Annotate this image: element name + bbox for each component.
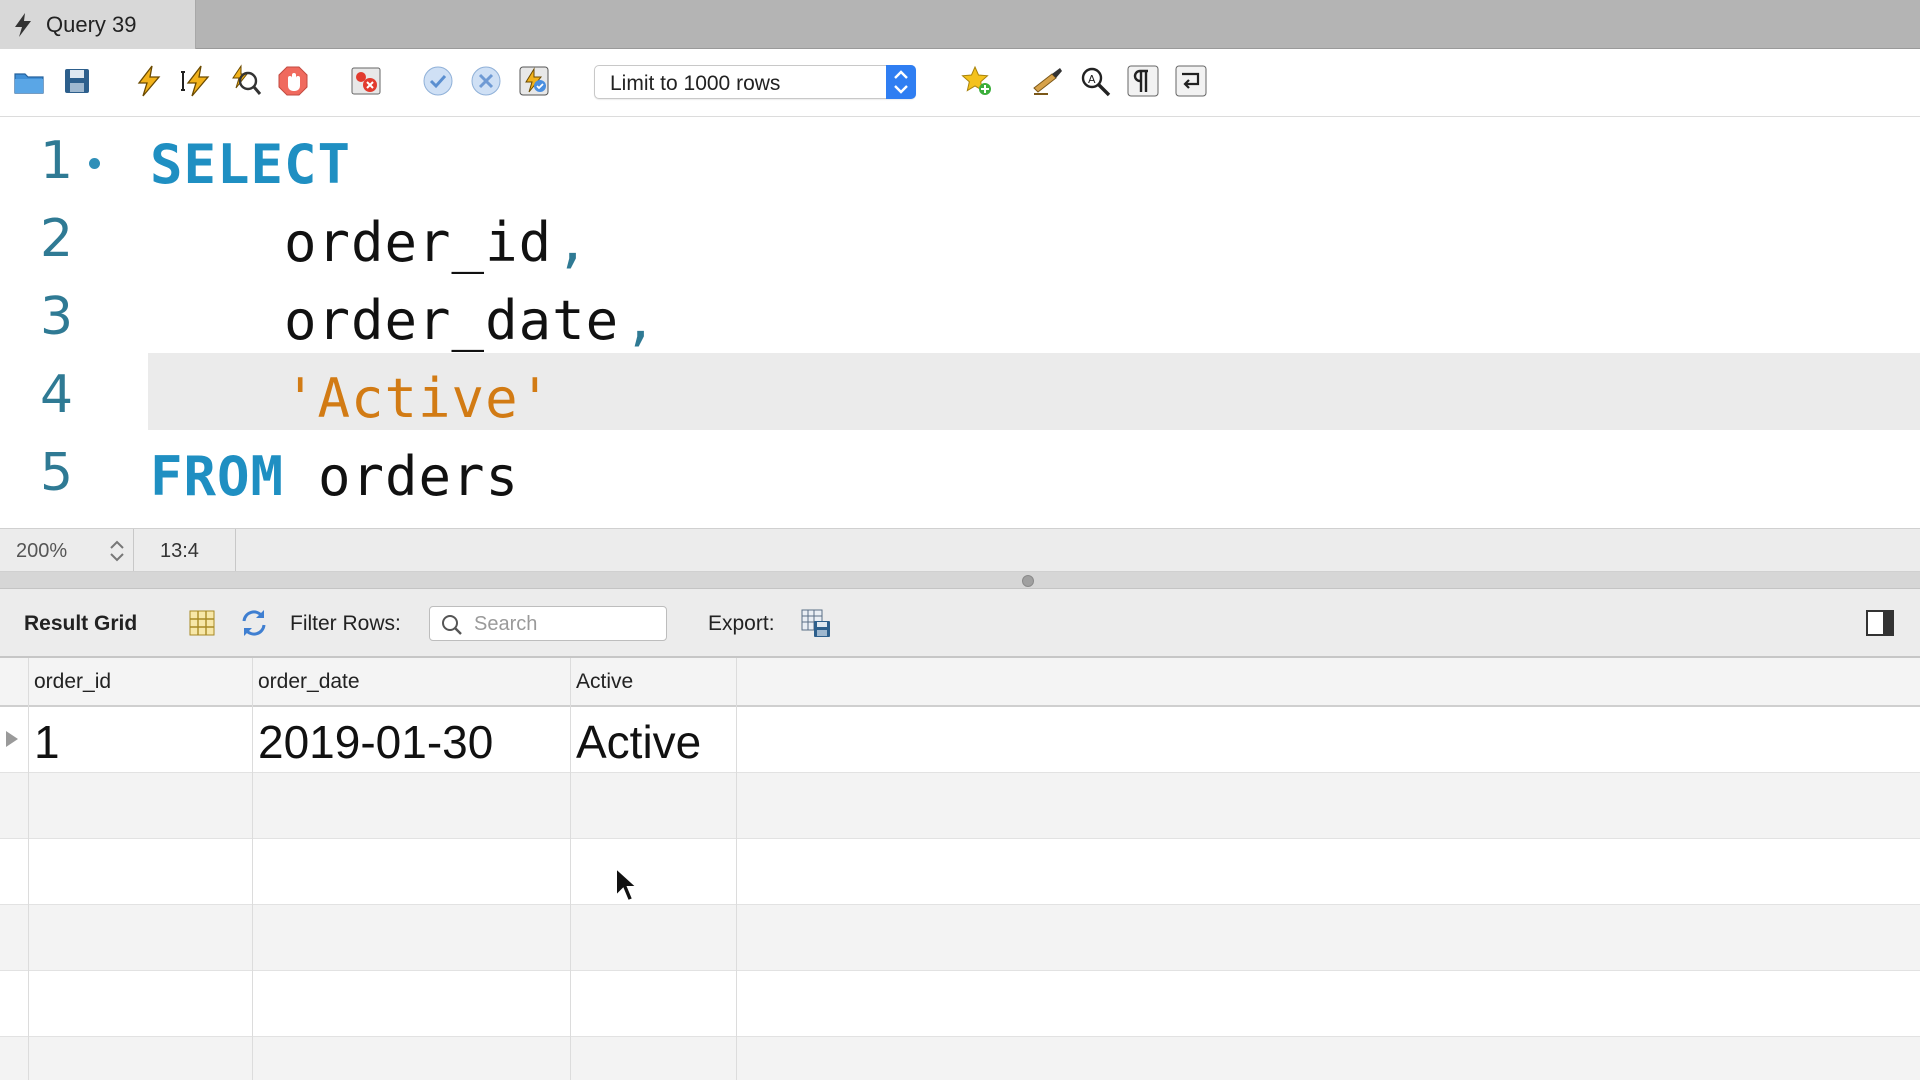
stop-icon[interactable] xyxy=(274,62,312,100)
column-identifier: order_date xyxy=(284,289,620,352)
editor-toolbar: Limit to 1000 rows A xyxy=(0,49,1920,117)
code-line: 5 FROM orders xyxy=(0,437,1920,515)
svg-text:A: A xyxy=(1088,73,1096,86)
comma: , xyxy=(556,211,590,274)
cursor-position: 13:4 xyxy=(134,529,236,571)
column-divider xyxy=(252,658,253,1080)
empty-row xyxy=(0,905,1920,971)
column-header-active[interactable]: Active xyxy=(576,670,633,694)
panel-splitter[interactable] xyxy=(0,572,1920,589)
limit-rows-value: Limit to 1000 rows xyxy=(610,72,781,95)
editor-status-bar: 200% 13:4 xyxy=(0,528,1920,572)
column-identifier: order_id xyxy=(284,211,553,274)
tab-bar: Query 39 xyxy=(0,0,1920,49)
line-number: 5 xyxy=(40,443,74,503)
search-input[interactable] xyxy=(474,612,659,636)
column-divider xyxy=(28,658,29,1080)
execute-icon[interactable] xyxy=(130,62,168,100)
line-number: 3 xyxy=(40,287,74,347)
column-header-order-id[interactable]: order_id xyxy=(34,670,111,694)
zoom-control[interactable]: 200% xyxy=(0,529,134,571)
tab-title: Query 39 xyxy=(46,11,137,37)
line-number: 2 xyxy=(40,209,74,269)
select-arrows-icon xyxy=(886,65,916,99)
find-icon[interactable]: A xyxy=(1076,62,1114,100)
beautify-icon[interactable] xyxy=(1028,62,1066,100)
string-literal: 'Active' xyxy=(284,367,553,430)
result-grid[interactable]: order_id order_date Active 1 2019-01-30 … xyxy=(0,658,1920,1080)
wrap-icon[interactable] xyxy=(1172,62,1210,100)
code-line: 3 order_date , xyxy=(0,281,1920,359)
result-grid-title: Result Grid xyxy=(24,612,138,635)
result-toolbar: Result Grid Filter Rows: Export: xyxy=(0,589,1920,658)
commit-icon[interactable] xyxy=(419,62,457,100)
export-label: Export: xyxy=(708,612,775,635)
stepper-icon[interactable] xyxy=(106,537,128,565)
lightning-icon xyxy=(15,12,31,37)
grid-view-icon[interactable] xyxy=(186,607,218,639)
splitter-handle-icon[interactable] xyxy=(1022,575,1034,587)
column-divider xyxy=(736,658,737,1080)
explain-icon[interactable] xyxy=(226,62,264,100)
filter-rows-label: Filter Rows: xyxy=(290,612,401,635)
sql-editor[interactable]: 1 SELECT 2 order_id , 3 order_date , 4 '… xyxy=(0,118,1920,528)
table-row[interactable]: 1 2019-01-30 Active xyxy=(0,707,1920,773)
column-divider xyxy=(570,658,571,1080)
add-snippet-icon[interactable] xyxy=(958,62,996,100)
code-line: 1 SELECT xyxy=(0,125,1920,203)
keyword-select: SELECT xyxy=(150,133,352,196)
cell-order-date[interactable]: 2019-01-30 xyxy=(258,715,493,769)
current-row-marker-icon xyxy=(6,731,18,747)
line-number: 1 xyxy=(40,131,74,191)
refresh-icon[interactable] xyxy=(238,607,270,639)
empty-row xyxy=(0,1037,1920,1080)
statement-marker-icon xyxy=(89,158,100,169)
open-folder-icon[interactable] xyxy=(10,62,48,100)
comma: , xyxy=(624,289,658,352)
zoom-level: 200% xyxy=(16,540,68,562)
mouse-pointer-icon xyxy=(615,866,640,903)
line-number: 4 xyxy=(40,365,74,425)
tab-query[interactable]: Query 39 xyxy=(0,0,196,49)
empty-row xyxy=(0,773,1920,839)
filter-search-box[interactable] xyxy=(429,606,667,641)
autocommit-icon[interactable] xyxy=(515,62,553,100)
table-identifier: orders xyxy=(318,445,520,508)
toggle-error-icon[interactable] xyxy=(347,62,385,100)
cell-order-id[interactable]: 1 xyxy=(34,715,60,769)
code-line: 4 'Active' xyxy=(0,359,1920,437)
rollback-icon[interactable] xyxy=(467,62,505,100)
column-header-order-date[interactable]: order_date xyxy=(258,670,360,694)
empty-row xyxy=(0,971,1920,1037)
code-line: 2 order_id , xyxy=(0,203,1920,281)
execute-current-icon[interactable] xyxy=(177,62,215,100)
grid-header: order_id order_date Active xyxy=(0,658,1920,707)
cursor-position-value: 13:4 xyxy=(160,540,199,562)
invisibles-icon[interactable] xyxy=(1124,62,1162,100)
export-icon[interactable] xyxy=(800,607,832,639)
search-icon xyxy=(442,615,462,635)
empty-row xyxy=(0,839,1920,905)
sidebar-toggle-icon[interactable] xyxy=(1866,610,1894,636)
cell-active[interactable]: Active xyxy=(576,715,701,769)
save-icon[interactable] xyxy=(58,62,96,100)
limit-rows-select[interactable]: Limit to 1000 rows xyxy=(594,65,916,99)
keyword-from: FROM xyxy=(150,445,285,508)
